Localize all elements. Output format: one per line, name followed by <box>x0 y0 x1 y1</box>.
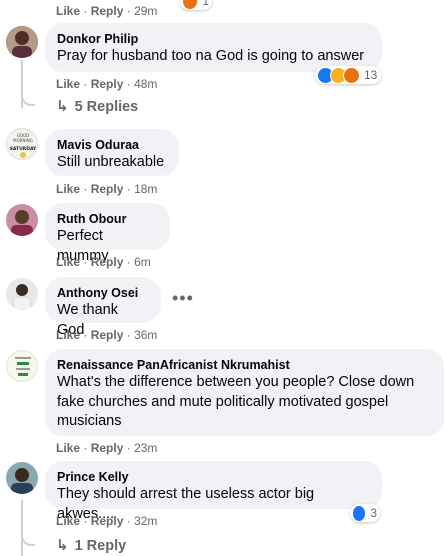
comment-time[interactable]: 36m <box>134 328 157 342</box>
comment-author[interactable]: Donkor Philip <box>57 31 370 47</box>
comment-bubble: Anthony Osei We thank God <box>45 277 161 338</box>
comment-text-line: musicians <box>57 413 122 429</box>
comment-author[interactable]: Mavis Oduraa <box>57 137 167 153</box>
reply-link[interactable]: Reply <box>91 441 124 455</box>
comment-time[interactable]: 29m <box>134 4 157 18</box>
reply-arrow-icon: ↳ <box>56 98 69 115</box>
reaction-count: 3 <box>370 506 377 520</box>
like-link[interactable]: Like <box>56 328 80 342</box>
view-replies-link[interactable]: ↳ 1 Reply <box>56 537 126 555</box>
comment-actions: Like · Reply · 36m <box>56 328 158 342</box>
comment-actions: Like · Reply · 6m <box>56 255 151 269</box>
avatar[interactable] <box>6 204 38 236</box>
avatar[interactable]: GOOD MORNING SATURDAY <box>6 128 38 160</box>
comment-actions: Like · Reply · 18m <box>56 182 158 196</box>
like-reaction-icon <box>352 504 367 522</box>
reply-arrow-icon: ↳ <box>56 537 69 554</box>
comment-actions: Like · Reply · 29m <box>56 4 158 18</box>
comment-time[interactable]: 6m <box>134 255 151 269</box>
reply-link[interactable]: Reply <box>91 328 124 342</box>
like-link[interactable]: Like <box>56 255 80 269</box>
reply-link[interactable]: Reply <box>91 4 124 18</box>
avatar-text: MORNING <box>13 138 33 143</box>
reply-link[interactable]: Reply <box>91 514 124 528</box>
thread-elbow <box>21 88 35 106</box>
angry-reaction-icon <box>343 66 360 84</box>
avatar[interactable] <box>6 462 38 494</box>
comment-text-line: fake churches and mute politically motiv… <box>57 393 389 410</box>
reaction-count: 13 <box>364 68 378 82</box>
like-link[interactable]: Like <box>56 514 80 528</box>
comment-time[interactable]: 48m <box>134 77 157 91</box>
more-options-icon[interactable]: ••• <box>172 289 194 307</box>
avatar[interactable] <box>6 278 38 310</box>
comment-text-line: What's the difference between you people… <box>57 374 415 390</box>
comment-author[interactable]: Renaissance PanAfricanist Nkrumahist <box>57 357 432 373</box>
comment-text: What's the difference between you people… <box>57 373 432 432</box>
comment-author[interactable]: Anthony Osei <box>57 285 149 301</box>
reply-link[interactable]: Reply <box>91 255 124 269</box>
comment-bubble: Renaissance PanAfricanist Nkrumahist Wha… <box>45 349 444 436</box>
comment-time[interactable]: 32m <box>134 514 157 528</box>
comment-actions: Like · Reply · 48m <box>56 77 158 91</box>
reaction-count: 1 <box>202 0 209 8</box>
reply-link[interactable]: Reply <box>91 77 124 91</box>
comment-bubble: Mavis Oduraa Still unbreakable <box>45 129 179 176</box>
comment-bubble: Donkor Philip Pray for husband too na Go… <box>45 23 382 72</box>
reaction-summary[interactable]: 13 <box>315 66 381 84</box>
comment-actions: Like · Reply · 23m <box>56 441 158 455</box>
comment-time[interactable]: 18m <box>134 182 157 196</box>
avatar[interactable] <box>6 350 38 382</box>
comment-bubble: Prince Kelly They should arrest the usel… <box>45 461 382 522</box>
reaction-summary[interactable]: 3 <box>350 504 380 522</box>
like-link[interactable]: Like <box>56 441 80 455</box>
like-link[interactable]: Like <box>56 182 80 196</box>
thread-elbow <box>21 528 35 546</box>
like-link[interactable]: Like <box>56 4 80 18</box>
comment-author[interactable]: Prince Kelly <box>57 469 370 485</box>
avatar-text: SATURDAY <box>10 146 37 152</box>
comment-bubble: Ruth Obour Perfect mummy <box>45 203 170 264</box>
comment-text: Still unbreakable <box>57 154 165 170</box>
like-link[interactable]: Like <box>56 77 80 91</box>
comment-text: Pray for husband too na God is going to … <box>57 48 365 64</box>
reply-link[interactable]: Reply <box>91 182 124 196</box>
comment-actions: Like · Reply · 32m <box>56 514 158 528</box>
comment-time[interactable]: 23m <box>134 441 157 455</box>
view-replies-link[interactable]: ↳ 5 Replies <box>56 98 138 116</box>
reaction-summary[interactable]: 1 <box>180 0 212 10</box>
avatar[interactable] <box>6 26 38 58</box>
comment-author[interactable]: Ruth Obour <box>57 211 158 227</box>
angry-reaction-icon <box>182 0 199 10</box>
